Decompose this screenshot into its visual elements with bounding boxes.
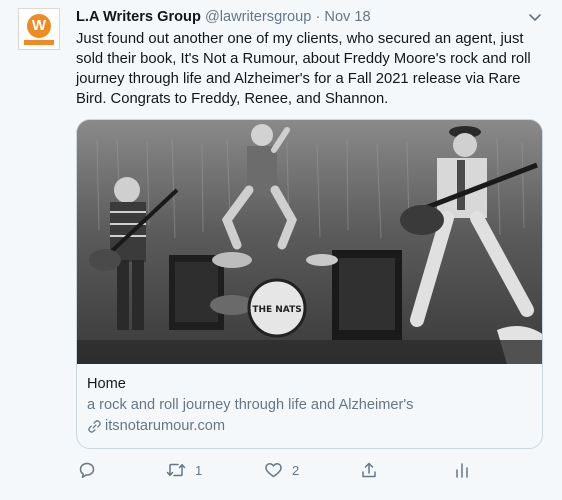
avatar[interactable]: W xyxy=(18,8,60,50)
heart-icon xyxy=(265,463,282,478)
chevron-down-icon[interactable] xyxy=(526,8,544,26)
analytics-button[interactable] xyxy=(454,459,470,481)
card-image[interactable]: THE NATS xyxy=(77,120,542,364)
reply-icon xyxy=(79,462,95,479)
retweet-button[interactable]: 1 xyxy=(166,459,202,481)
avatar-letter: W xyxy=(31,17,47,34)
band-photo: THE NATS xyxy=(77,120,542,364)
tweet-header: L.A Writers Group @lawritersgroup · Nov … xyxy=(76,8,371,26)
share-icon xyxy=(362,462,376,478)
retweet-count: 1 xyxy=(195,462,203,478)
drum-logo: THE NATS xyxy=(252,305,301,315)
link-card[interactable]: THE NATS Home a rock and roll journey th… xyxy=(76,119,543,449)
author-name[interactable]: L.A Writers Group xyxy=(76,9,201,25)
tweet[interactable]: W L.A Writers Group @lawritersgroup · No… xyxy=(0,0,562,500)
reply-button[interactable] xyxy=(78,459,96,481)
tweet-text: Just found out another one of my clients… xyxy=(76,31,531,107)
author-handle[interactable]: @lawritersgroup xyxy=(205,9,311,25)
card-title: Home xyxy=(87,376,126,392)
brand-logo-icon: W xyxy=(27,13,51,38)
like-count: 2 xyxy=(292,462,300,478)
avatar-band xyxy=(24,39,54,45)
card-text[interactable]: Home a rock and roll journey through lif… xyxy=(87,375,532,436)
share-button[interactable] xyxy=(360,459,378,481)
tweet-date[interactable]: Nov 18 xyxy=(324,9,370,25)
analytics-icon xyxy=(456,463,468,478)
header-separator: · xyxy=(315,9,321,25)
card-domain-text: itsnotarumour.com xyxy=(105,418,226,434)
link-icon xyxy=(88,420,101,433)
like-button[interactable]: 2 xyxy=(264,459,299,481)
retweet-icon xyxy=(166,463,186,477)
card-description: a rock and roll journey through life and… xyxy=(87,397,414,413)
tweet-actions: 1 2 xyxy=(76,459,476,481)
card-domain[interactable]: itsnotarumour.com xyxy=(87,417,532,436)
